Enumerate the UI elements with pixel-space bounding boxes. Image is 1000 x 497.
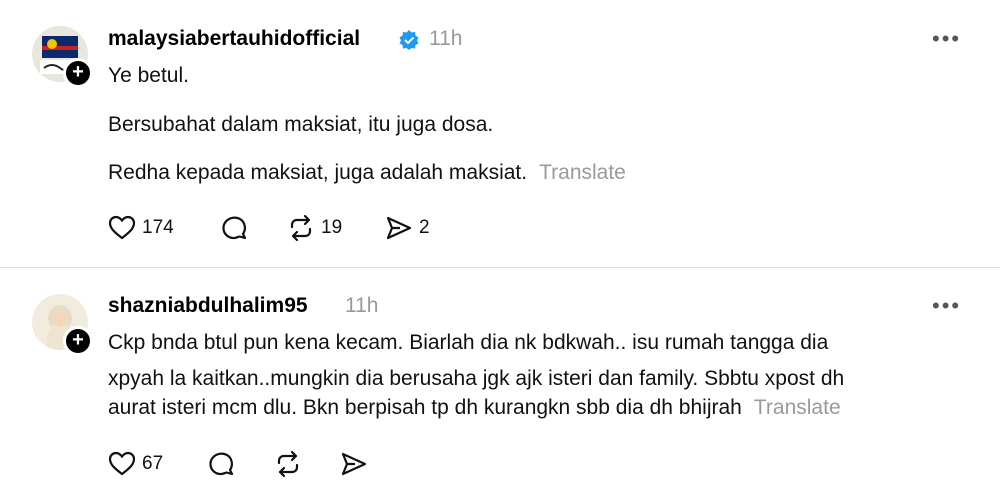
share-button[interactable]: 2 (385, 214, 430, 242)
repost-button[interactable]: 19 (287, 214, 342, 242)
more-options-button[interactable]: ••• (932, 293, 961, 319)
more-options-button[interactable]: ••• (932, 26, 961, 52)
follow-plus-button[interactable]: + (63, 326, 93, 356)
reply-button[interactable] (207, 450, 235, 478)
like-button[interactable]: 67 (108, 450, 163, 478)
repost-count: 19 (321, 217, 343, 238)
follow-plus-button[interactable]: + (63, 58, 93, 88)
share-count: 2 (419, 217, 430, 238)
translate-link[interactable]: Translate (754, 396, 841, 419)
post-2: + shazniabdulhalim95 11h ••• Ckp bnda bt… (0, 268, 1000, 497)
post-line-1: Ye betul. (108, 64, 189, 87)
repost-icon (277, 450, 299, 478)
send-icon (341, 452, 367, 476)
like-count: 67 (142, 453, 164, 474)
post-line-1: Ckp bnda btul pun kena kecam. Biarlah di… (108, 331, 829, 354)
comment-icon (209, 452, 234, 476)
post-line-2: xpyah la kaitkan..mungkin dia berusaha j… (108, 367, 845, 390)
like-count: 174 (142, 217, 174, 238)
post-username[interactable]: shazniabdulhalim95 (108, 294, 308, 318)
heart-icon (108, 451, 136, 476)
comment-icon (222, 216, 247, 240)
reply-button[interactable] (220, 214, 248, 242)
post-line-3-text: aurat isteri mcm dlu. Bkn berpisah tp dh… (108, 396, 742, 419)
send-icon (386, 216, 412, 240)
post-line-3: aurat isteri mcm dlu. Bkn berpisah tp dh… (108, 392, 841, 424)
post-line-3-text: Redha kepada maksiat, juga adalah maksia… (108, 161, 528, 184)
post-line-3: Redha kepada maksiat, juga adalah maksia… (108, 157, 626, 189)
post-time: 11h (429, 27, 463, 50)
post-line-2: Bersubahat dalam maksiat, itu juga dosa. (108, 113, 494, 136)
repost-button[interactable] (274, 450, 302, 478)
translate-link[interactable]: Translate (539, 161, 626, 184)
post-1: + malaysiabertauhidofficial 11h ••• Ye b… (0, 0, 1000, 267)
like-button[interactable]: 174 (108, 214, 174, 242)
repost-icon (290, 214, 312, 242)
post-time: 11h (345, 294, 379, 317)
share-button[interactable] (340, 450, 368, 478)
heart-icon (108, 215, 136, 240)
post-username[interactable]: malaysiabertauhidofficial (108, 27, 360, 51)
verified-badge-icon (399, 30, 419, 50)
